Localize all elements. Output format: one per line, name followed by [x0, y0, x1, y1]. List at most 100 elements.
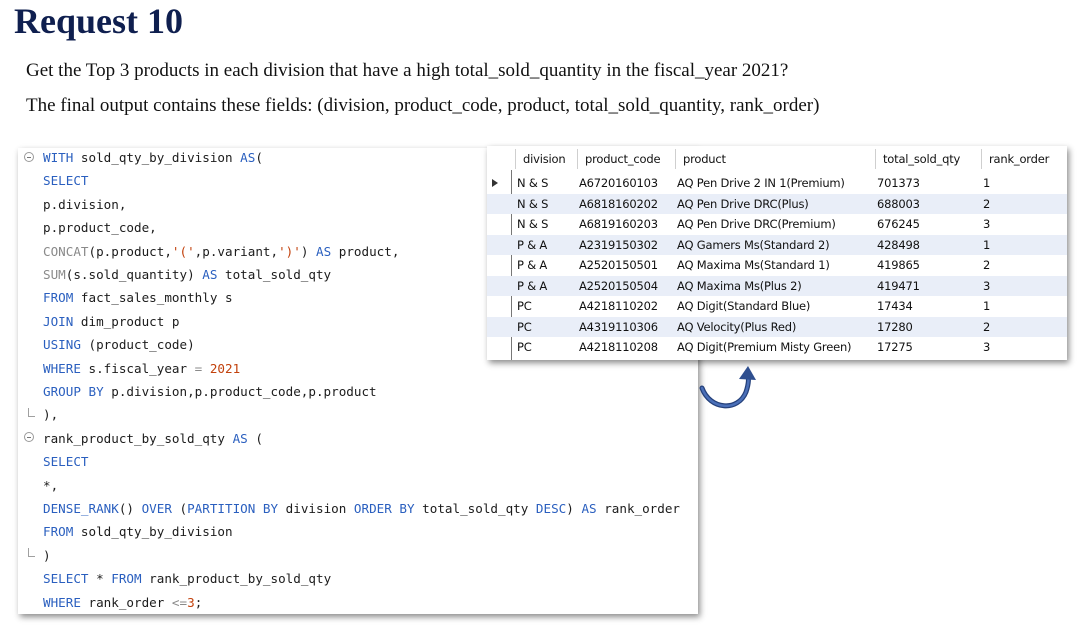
code-token: DESC — [535, 501, 567, 516]
table-row[interactable]: PC A4319110306 AQ Velocity(Plus Red) 17280 2 — [487, 316, 1067, 337]
code-token: rank_order — [596, 501, 681, 516]
code-line[interactable]: p.division, — [43, 197, 126, 212]
table-cell-product-code[interactable]: A6819160203 — [579, 217, 658, 231]
table-cell-product-code[interactable]: A2520150501 — [579, 258, 658, 272]
table-cell-division[interactable]: P & A — [517, 258, 547, 272]
fold-toggle-icon[interactable] — [24, 152, 34, 162]
table-row[interactable]: N & S A6818160202 AQ Pen Drive DRC(Plus) 68… — [487, 193, 1067, 214]
table-cell-total-sold-qty[interactable]: 419865 — [877, 258, 920, 272]
code-line[interactable]: p.product_code, — [43, 220, 157, 235]
table-cell-product-code[interactable]: A2319150302 — [579, 238, 658, 252]
table-cell-product-code[interactable]: A6818160202 — [579, 197, 658, 211]
code-token: p.division, — [43, 196, 127, 212]
table-cell-rank-order[interactable]: 1 — [983, 299, 990, 313]
table-cell-product[interactable]: AQ Pen Drive DRC(Plus) — [677, 197, 809, 211]
table-row[interactable]: N & S A6720160103 AQ Pen Drive 2 IN 1(Prem… — [487, 173, 1067, 193]
table-cell-division[interactable]: PC — [517, 320, 532, 334]
code-line[interactable]: FROM fact_sales_monthly s — [43, 290, 233, 305]
column-header-division[interactable]: division — [523, 152, 566, 166]
table-row[interactable]: N & S A6819160203 AQ Pen Drive DRC(Premium… — [487, 214, 1067, 234]
table-cell-rank-order[interactable]: 1 — [983, 238, 990, 252]
column-header-product[interactable]: product — [683, 152, 726, 166]
column-separator[interactable] — [875, 149, 876, 169]
table-cell-product-code[interactable]: A4218110208 — [579, 340, 658, 354]
table-cell-total-sold-qty[interactable]: 676245 — [877, 217, 920, 231]
table-cell-total-sold-qty[interactable]: 17434 — [877, 299, 913, 313]
code-line[interactable]: ), — [43, 407, 58, 422]
output-fields-description: The final output contains these fields: … — [26, 95, 820, 116]
table-cell-total-sold-qty[interactable]: 688003 — [877, 197, 920, 211]
column-header-total-sold-qty[interactable]: total_sold_qty — [883, 152, 960, 166]
table-cell-product[interactable]: AQ Gamers Ms(Standard 2) — [677, 238, 830, 252]
code-line[interactable]: SELECT — [43, 173, 89, 188]
column-header-product-code[interactable]: product_code — [585, 152, 661, 166]
code-line[interactable]: ) — [43, 548, 51, 563]
code-token: AS — [315, 243, 332, 259]
code-line[interactable]: FROM sold_qty_by_division — [43, 524, 233, 539]
table-cell-product[interactable]: AQ Digit(Premium Misty Green) — [677, 340, 852, 354]
table-cell-product[interactable]: AQ Maxima Ms(Plus 2) — [677, 279, 802, 293]
table-cell-rank-order[interactable]: 3 — [983, 217, 990, 231]
table-cell-product[interactable]: AQ Pen Drive 2 IN 1(Premium) — [677, 176, 845, 190]
code-line[interactable]: SELECT — [43, 454, 89, 469]
code-line[interactable]: WITH sold_qty_by_division AS( — [43, 150, 263, 165]
code-line[interactable]: DENSE_RANK() OVER (PARTITION BY division… — [43, 501, 680, 516]
table-cell-rank-order[interactable]: 1 — [983, 176, 990, 190]
page-title: Request 10 — [14, 1, 183, 41]
code-line[interactable]: rank_product_by_sold_qty AS ( — [43, 431, 263, 446]
column-separator[interactable] — [981, 149, 982, 169]
table-row[interactable]: PC A4218110208 AQ Digit(Premium Misty Gree… — [487, 337, 1067, 357]
code-line[interactable]: *, — [43, 478, 58, 493]
code-line[interactable]: CONCAT(p.product,'(',p.variant,')') AS p… — [43, 244, 399, 259]
table-cell-rank-order[interactable]: 2 — [983, 197, 990, 211]
table-cell-product-code[interactable]: A2520150504 — [579, 279, 658, 293]
table-cell-division[interactable]: N & S — [517, 176, 548, 190]
table-row[interactable]: P & A A2520150504 AQ Maxima Ms(Plus 2) 4194… — [487, 275, 1067, 296]
table-cell-product-code[interactable]: A4218110202 — [579, 299, 658, 313]
code-token: AS — [232, 430, 248, 446]
code-line[interactable]: JOIN dim_product p — [43, 314, 180, 329]
table-cell-total-sold-qty[interactable]: 17280 — [877, 320, 913, 334]
code-token: JOIN — [43, 313, 74, 329]
column-separator[interactable] — [675, 149, 676, 169]
code-token: OVER — [141, 501, 172, 516]
table-cell-division[interactable]: P & A — [517, 238, 547, 252]
table-cell-rank-order[interactable]: 3 — [983, 340, 990, 354]
table-cell-total-sold-qty[interactable]: 701373 — [877, 176, 920, 190]
code-line[interactable]: USING (product_code) — [43, 337, 195, 352]
table-cell-product[interactable]: AQ Digit(Standard Blue) — [677, 299, 810, 313]
table-cell-rank-order[interactable]: 3 — [983, 279, 990, 293]
column-separator[interactable] — [515, 149, 516, 169]
table-cell-division[interactable]: PC — [517, 340, 532, 354]
table-cell-rank-order[interactable]: 2 — [983, 320, 990, 334]
column-header-rank-order[interactable]: rank_order — [989, 152, 1049, 166]
table-cell-product[interactable]: AQ Velocity(Plus Red) — [677, 320, 796, 334]
table-cell-product-code[interactable]: A6720160103 — [579, 176, 658, 190]
fold-toggle-icon[interactable] — [24, 432, 34, 442]
code-token: FROM — [43, 290, 74, 306]
table-cell-rank-order[interactable]: 2 — [983, 258, 990, 272]
table-cell-product[interactable]: AQ Pen Drive DRC(Premium) — [677, 217, 836, 231]
table-cell-total-sold-qty[interactable]: 428498 — [877, 238, 920, 252]
table-cell-total-sold-qty[interactable]: 419471 — [877, 279, 920, 293]
table-row[interactable]: PC A4218110202 AQ Digit(Standard Blue) 1743… — [487, 296, 1067, 316]
table-cell-division[interactable]: P & A — [517, 279, 547, 293]
table-row[interactable]: P & A A2520150501 AQ Maxima Ms(Standard 1)… — [487, 255, 1067, 275]
code-line[interactable]: SELECT * FROM rank_product_by_sold_qty — [43, 571, 331, 586]
table-cell-division[interactable]: PC — [517, 299, 532, 313]
table-cell-total-sold-qty[interactable]: 17275 — [877, 340, 913, 354]
code-line[interactable]: WHERE s.fiscal_year = 2021 — [43, 361, 240, 376]
code-line[interactable]: SUM(s.sold_quantity) AS total_sold_qty — [43, 267, 331, 282]
result-grid[interactable]: division product_code product total_sold_qt… — [487, 146, 1067, 360]
column-separator[interactable] — [577, 149, 578, 169]
code-token: AS — [581, 501, 597, 516]
table-cell-product-code[interactable]: A4319110306 — [579, 320, 658, 334]
request-description: Get the Top 3 products in each division … — [26, 60, 789, 81]
table-cell-division[interactable]: N & S — [517, 197, 548, 211]
code-line[interactable]: WHERE rank_order <=3; — [43, 595, 202, 610]
code-token: sold_qty_by_division — [73, 150, 241, 165]
table-row[interactable]: P & A A2319150302 AQ Gamers Ms(Standard 2)… — [487, 234, 1067, 255]
code-line[interactable]: GROUP BY p.division,p.product_code,p.pro… — [43, 384, 377, 399]
table-cell-division[interactable]: N & S — [517, 217, 548, 231]
table-cell-product[interactable]: AQ Maxima Ms(Standard 1) — [677, 258, 830, 272]
